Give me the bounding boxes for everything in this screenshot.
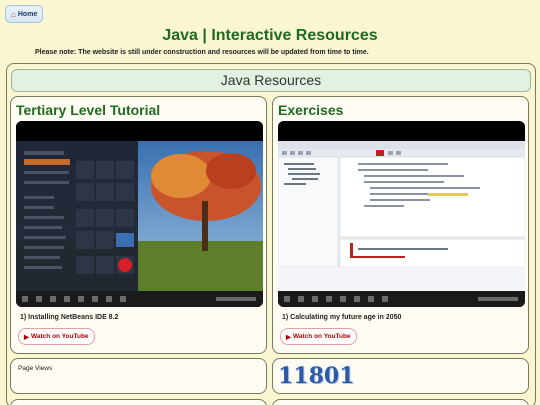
netbeans-ide-screenshot: [278, 121, 525, 307]
page-views-label: Page Views: [18, 365, 53, 372]
page-views-card: Page Views: [10, 358, 267, 394]
tutorial-video-thumbnail[interactable]: [16, 121, 263, 307]
exercise-video-thumbnail[interactable]: [278, 121, 525, 307]
construction-note: Please note: The website is still under …: [35, 49, 369, 56]
tutorial-card: Tertiary Level Tutorial 1) Installing Ne…: [10, 96, 267, 354]
page-views-counter: 11801: [278, 363, 355, 389]
tutorial-video-title: 1) Installing NetBeans IDE 8.2: [20, 314, 119, 321]
home-icon: ⌂: [11, 9, 16, 19]
next-card-left: [10, 399, 267, 405]
watch-on-youtube-button[interactable]: ▶ Watch on YouTube: [280, 328, 357, 345]
exercises-card: Exercises 1) Calculating my future age i…: [272, 96, 529, 354]
exercises-card-heading: Exercises: [278, 102, 344, 118]
play-icon: ▶: [286, 333, 291, 341]
watch-button-label: Watch on YouTube: [31, 333, 89, 340]
resources-container: Java Resources Tertiary Level Tutorial 1…: [6, 63, 536, 405]
home-button-label: Home: [17, 10, 38, 18]
play-icon: ▶: [24, 333, 29, 341]
watch-on-youtube-button[interactable]: ▶ Watch on YouTube: [18, 328, 95, 345]
watch-button-label: Watch on YouTube: [293, 333, 351, 340]
home-button[interactable]: ⌂ Home: [5, 5, 44, 23]
section-title: Java Resources: [11, 69, 531, 92]
exercise-video-title: 1) Calculating my future age in 2050: [282, 314, 402, 321]
page-title: Java | Interactive Resources: [162, 27, 378, 44]
page-views-counter-card: 11801: [272, 358, 529, 394]
next-card-right: [272, 399, 529, 405]
tutorial-card-heading: Tertiary Level Tutorial: [16, 102, 161, 118]
windows-start-menu-screenshot: [16, 121, 263, 307]
